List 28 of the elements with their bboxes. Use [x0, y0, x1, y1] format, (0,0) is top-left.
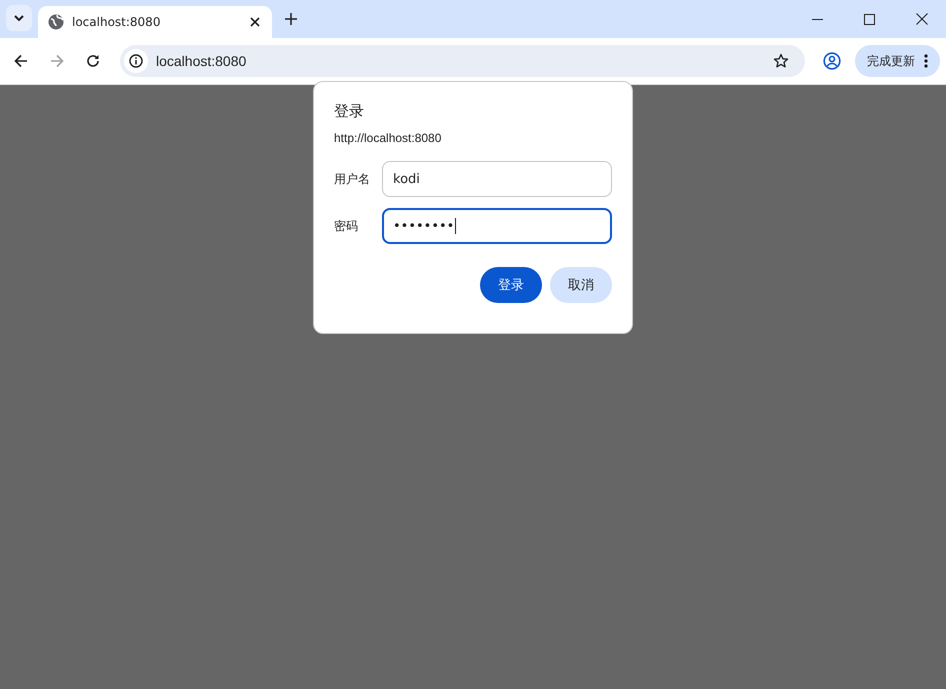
more-icon: [924, 54, 928, 68]
address-bar[interactable]: localhost:8080: [120, 45, 805, 77]
close-icon[interactable]: [916, 13, 928, 25]
plus-icon[interactable]: [285, 13, 297, 25]
globe-icon: [48, 14, 64, 30]
chevron-down-icon: [14, 15, 24, 21]
tab-list-button[interactable]: [6, 5, 32, 31]
tab-title: localhost:8080: [72, 15, 162, 29]
update-button[interactable]: 完成更新: [855, 45, 940, 77]
cancel-button[interactable]: 取消: [550, 267, 612, 303]
back-arrow-icon[interactable]: [14, 54, 28, 68]
dialog-title: 登录: [334, 102, 365, 121]
star-icon[interactable]: [773, 53, 789, 69]
input-field[interactable]: ••••••••: [382, 208, 612, 244]
minimize-icon[interactable]: [812, 18, 823, 20]
maximize-icon[interactable]: [864, 14, 875, 24]
input-field[interactable]: kodi: [382, 161, 612, 197]
info-icon[interactable]: [129, 54, 143, 68]
field-label: 密码: [334, 218, 359, 234]
login-button[interactable]: 登录: [480, 267, 542, 303]
profile-icon[interactable]: [823, 52, 841, 70]
origin-text: http://localhost:8080: [334, 131, 442, 145]
forward-arrow-icon[interactable]: [50, 54, 64, 68]
url-text: localhost:8080: [156, 53, 248, 69]
browser-tab[interactable]: localhost:8080: [38, 6, 272, 38]
close-icon[interactable]: [250, 17, 260, 27]
field-label: 用户名: [334, 170, 371, 188]
reload-icon[interactable]: [86, 54, 100, 68]
